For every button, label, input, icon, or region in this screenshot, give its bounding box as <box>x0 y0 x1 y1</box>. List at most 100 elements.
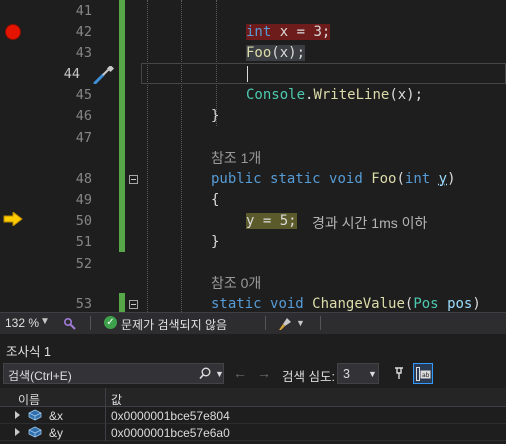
column-divider <box>105 424 106 441</box>
code-token: (x); <box>271 45 306 61</box>
opening-brace: { <box>211 192 220 208</box>
code-cleanup-brush-icon[interactable] <box>277 316 293 332</box>
function-token: Foo <box>246 45 272 61</box>
line-number: 49 <box>75 192 92 208</box>
column-header-name[interactable]: 이름 <box>18 391 40 408</box>
search-depth-value: 3 <box>343 367 350 381</box>
keyword-token: static <box>270 171 321 187</box>
watch-value[interactable]: 0x0000001bce57e6a0 <box>111 426 230 440</box>
code-token: x = 3; <box>271 24 331 40</box>
indent-guide <box>181 0 182 312</box>
statement[interactable]: Console.WriteLine(x); <box>246 87 423 103</box>
arrow-right-icon[interactable]: → <box>257 365 271 381</box>
variable-object-icon <box>28 409 42 421</box>
watch-row[interactable]: &x 0x0000001bce57e804 <box>0 407 506 424</box>
keyword-token: void <box>270 296 304 312</box>
function-token: WriteLine <box>313 87 390 103</box>
keyword-token: int <box>404 171 431 187</box>
change-tracking-bar <box>119 293 125 312</box>
watch-value[interactable]: 0x0000001bce57e804 <box>111 409 230 423</box>
keyword-token: public <box>211 171 262 187</box>
zoom-level[interactable]: 132 % <box>5 316 39 330</box>
closing-brace: } <box>211 234 220 250</box>
search-depth-label: 검색 심도: <box>282 370 335 384</box>
code-token: ( <box>396 171 405 187</box>
column-divider[interactable] <box>105 388 106 407</box>
line-number: 45 <box>75 87 92 103</box>
breakpoint-statement[interactable]: int x = 3; <box>246 24 331 40</box>
code-editor[interactable]: 41 42 int x = 3; 43 Foo(x); 44 45 Consol… <box>0 0 506 312</box>
code-token: ) <box>447 171 456 187</box>
watch-expression[interactable]: &x <box>49 409 63 423</box>
separator <box>90 316 91 330</box>
line-number: 46 <box>75 108 92 124</box>
indent-guide <box>147 0 148 312</box>
codelens-references[interactable]: 참조 0개 <box>211 273 261 293</box>
pin-icon <box>395 367 403 379</box>
keyword-token: int <box>246 24 272 40</box>
line-number: 51 <box>75 234 92 250</box>
svg-text:ab: ab <box>422 372 430 379</box>
line-number: 41 <box>75 3 92 19</box>
separator <box>265 316 266 330</box>
line-number: 48 <box>75 171 92 187</box>
search-placeholder: 검색(Ctrl+E) <box>8 369 72 383</box>
watch-expression[interactable]: &y <box>49 426 63 440</box>
code-token: (x); <box>389 87 424 103</box>
function-token: ChangeValue <box>312 296 405 312</box>
collapse-toggle[interactable] <box>129 175 138 184</box>
change-tracking-bar <box>119 0 125 252</box>
current-statement[interactable]: y = 5; <box>246 213 297 229</box>
chevron-down-icon[interactable]: ▼ <box>215 369 224 379</box>
selected-statement[interactable]: Foo(x); <box>246 45 306 61</box>
show-raw-structure-button[interactable]: ab <box>413 363 433 384</box>
function-token: Foo <box>371 171 397 187</box>
perftip-elapsed-time[interactable]: 경과 시간 1ms 이하 <box>312 213 427 233</box>
editor-status-bar: 132 % ▼ ✓ 문제가 검색되지 않음 ▼ <box>0 312 506 334</box>
keyword-token: void <box>329 171 363 187</box>
expand-arrow-icon[interactable] <box>15 411 20 419</box>
search-icon[interactable] <box>199 367 211 380</box>
line-number: 50 <box>75 213 92 229</box>
watch-grid-header: 이름 값 <box>0 388 506 407</box>
codelens-references[interactable]: 참조 1개 <box>211 148 261 168</box>
raw-view-icon: ab <box>416 367 431 381</box>
line-number: 53 <box>75 296 92 312</box>
closing-brace: } <box>211 108 220 124</box>
parameter-token: pos <box>447 296 473 312</box>
method-signature[interactable]: static void ChangeValue(Pos pos) <box>211 296 481 312</box>
method-signature[interactable]: public static void Foo(int y) <box>211 171 456 187</box>
live-share-icon[interactable] <box>63 317 77 331</box>
watch-window: 조사식 1 검색(Ctrl+E) ▼ ← → 검색 심도: 3 ▼ ab 이름 … <box>0 334 506 444</box>
chevron-down-icon[interactable]: ▼ <box>40 316 50 327</box>
type-token: Console <box>246 87 306 103</box>
pin-source-button[interactable] <box>389 363 409 384</box>
keyword-token: static <box>211 296 262 312</box>
expand-arrow-icon[interactable] <box>15 428 20 436</box>
line-number: 42 <box>75 24 92 40</box>
quick-actions-screwdriver-icon[interactable] <box>92 66 116 84</box>
text-caret <box>247 66 248 82</box>
search-depth-select[interactable]: 3 ▼ <box>337 363 379 384</box>
parameter-token: y <box>438 171 448 187</box>
column-divider <box>105 407 106 424</box>
watch-search-input[interactable]: 검색(Ctrl+E) ▼ <box>3 363 224 384</box>
line-number: 43 <box>75 45 92 61</box>
panel-title: 조사식 1 <box>6 345 51 359</box>
line-number: 47 <box>75 130 92 146</box>
watch-row[interactable]: &y 0x0000001bce57e6a0 <box>0 424 506 441</box>
line-number: 52 <box>75 256 92 272</box>
line-number: 44 <box>63 66 80 82</box>
collapse-toggle[interactable] <box>129 300 138 309</box>
arrow-left-icon[interactable]: ← <box>233 365 247 381</box>
check-icon: ✓ <box>104 316 117 329</box>
separator <box>320 316 321 330</box>
chevron-down-icon[interactable]: ▼ <box>296 318 305 328</box>
variable-object-icon <box>28 426 42 438</box>
problems-status[interactable]: 문제가 검색되지 않음 <box>121 316 227 333</box>
code-token: ) <box>472 296 481 312</box>
column-header-value[interactable]: 값 <box>111 391 122 408</box>
type-token: Pos <box>413 296 439 312</box>
current-line-highlight <box>141 63 506 84</box>
chevron-down-icon: ▼ <box>368 369 377 379</box>
